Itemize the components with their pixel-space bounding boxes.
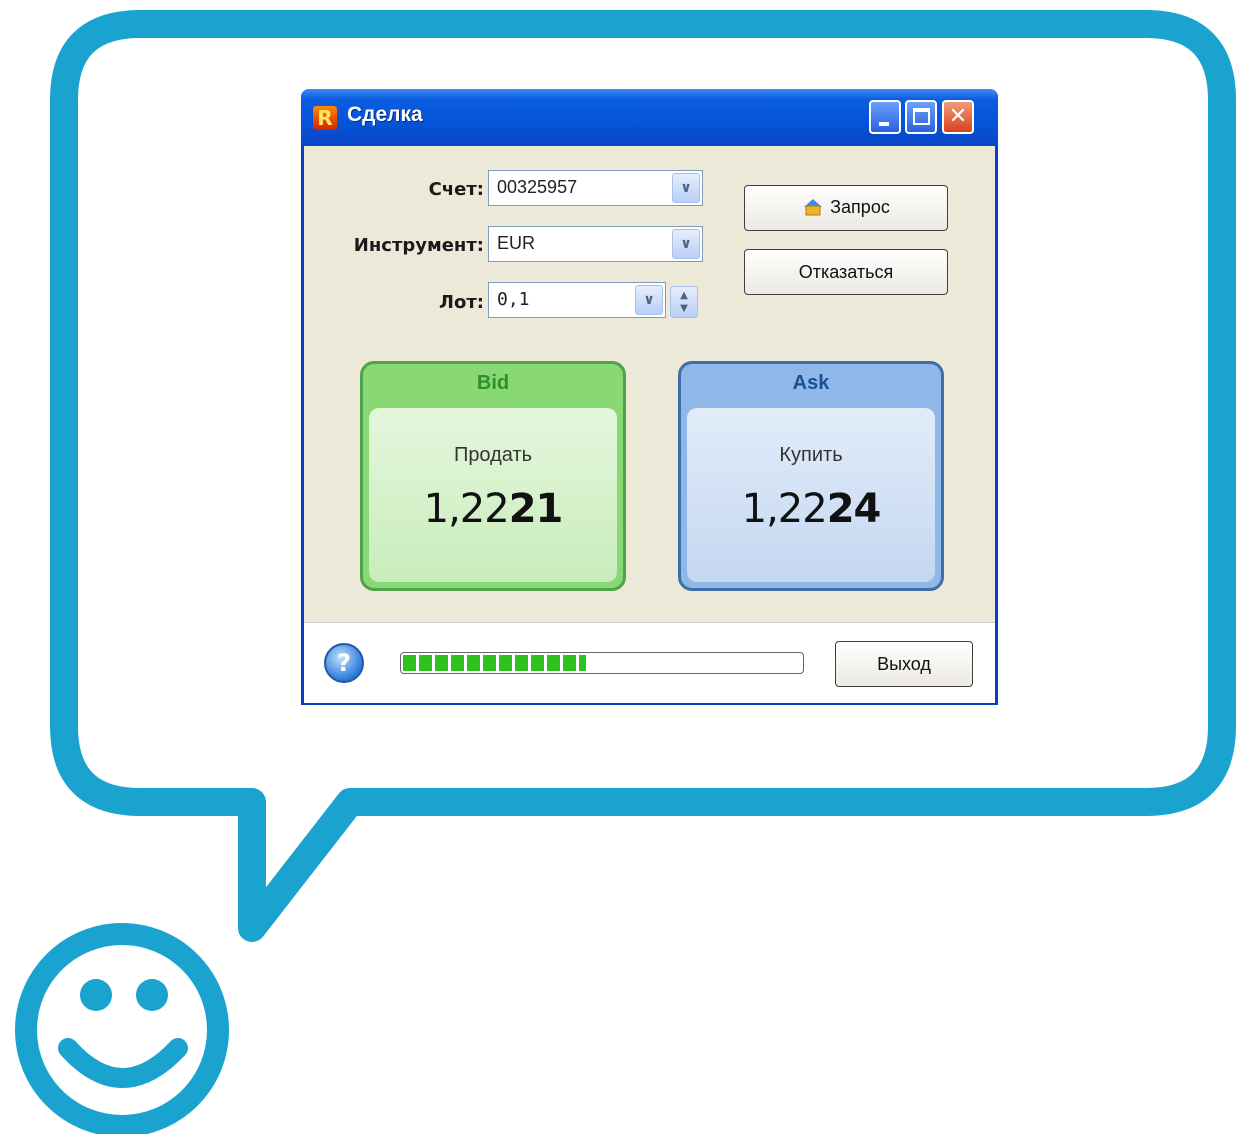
instrument-label: Инструмент: [353, 235, 484, 256]
progress-fill [403, 655, 586, 671]
sell-label: Продать [453, 444, 533, 466]
chevron-down-icon[interactable]: ∨ [672, 173, 700, 203]
bid-price-pips: 21 [508, 486, 564, 532]
bid-price: 1,2221 [369, 486, 617, 532]
chevron-down-icon[interactable]: ∨ [672, 229, 700, 259]
help-icon[interactable]: ? [324, 643, 364, 683]
exit-button[interactable]: Выход [835, 641, 973, 687]
instrument-value: EUR [497, 233, 536, 253]
request-quote-icon [804, 199, 823, 216]
request-button-label: Запрос [830, 197, 890, 217]
footer-bar: ? Выход [304, 622, 995, 703]
lot-value: 0,1 [497, 289, 530, 310]
ask-header: Ask [792, 372, 830, 394]
spin-up-icon[interactable]: ▲ [671, 289, 697, 302]
bid-header: Bid [476, 372, 510, 394]
buy-label: Купить [779, 444, 843, 466]
account-select[interactable]: 00325957 ∨ [488, 170, 703, 206]
bid-sell-panel[interactable]: Bid Продать 1,2221 [360, 361, 626, 591]
ask-price: 1,2224 [687, 486, 935, 532]
window-title: Сделка [347, 103, 423, 126]
minimize-icon [879, 122, 889, 126]
bid-price-prefix: 1,22 [423, 486, 510, 532]
maximize-icon [913, 108, 930, 125]
ask-buy-panel[interactable]: Ask Купить 1,2224 [678, 361, 944, 591]
maximize-button[interactable] [905, 100, 937, 134]
chevron-down-icon[interactable]: ∨ [635, 285, 663, 315]
lot-spinner[interactable]: ▲ ▼ [670, 286, 698, 318]
lot-select[interactable]: 0,1 ∨ [488, 282, 666, 318]
instrument-select[interactable]: EUR ∨ [488, 226, 703, 262]
spin-down-icon[interactable]: ▼ [671, 302, 697, 315]
bid-sell-button[interactable]: Продать 1,2221 [369, 408, 617, 582]
smiley-face-icon [15, 923, 229, 1134]
minimize-button[interactable] [869, 100, 901, 134]
ask-buy-button[interactable]: Купить 1,2224 [687, 408, 935, 582]
progress-bar [400, 652, 804, 674]
close-button[interactable]: ✕ [942, 100, 974, 134]
cancel-button[interactable]: Отказаться [744, 249, 948, 295]
ask-price-prefix: 1,22 [741, 486, 828, 532]
deal-window: R Сделка ✕ Счет: 00325957 ∨ Инструмент: … [301, 89, 998, 705]
app-logo-icon: R [313, 106, 337, 130]
close-icon: ✕ [948, 104, 968, 129]
ask-price-pips: 24 [826, 486, 882, 532]
account-label: Счет: [428, 179, 484, 200]
title-bar[interactable]: R Сделка ✕ [301, 89, 998, 146]
lot-label: Лот: [439, 292, 484, 313]
account-value: 00325957 [497, 177, 578, 197]
request-button[interactable]: Запрос [744, 185, 948, 231]
